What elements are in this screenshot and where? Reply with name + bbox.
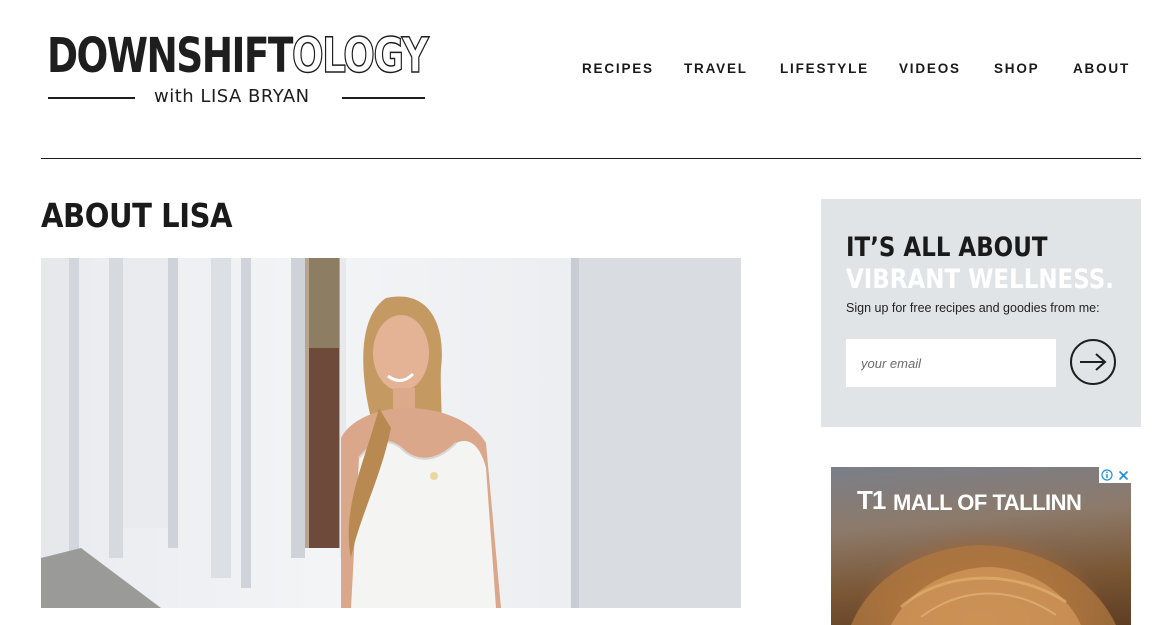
nav-item-about[interactable]: ABOUT: [1073, 61, 1130, 76]
logo-wordmark-outline: OLOGY: [291, 28, 429, 84]
adchoices-icon[interactable]: [1101, 469, 1113, 481]
signup-submit-button[interactable]: [1070, 339, 1116, 385]
hero-photo-illustration: [41, 258, 741, 608]
signup-heading-line2: VIBRANT WELLNESS.: [846, 264, 1114, 295]
ad-brand-logo: T1: [857, 485, 886, 515]
hero-photo: [41, 258, 741, 608]
email-input[interactable]: [846, 339, 1056, 387]
signup-heading-line1: IT’S ALL ABOUT: [846, 232, 1048, 263]
nav-item-travel[interactable]: TRAVEL: [684, 61, 748, 76]
newsletter-signup: IT’S ALL ABOUT VIBRANT WELLNESS. Sign up…: [821, 199, 1141, 427]
page-title: ABOUT LISA: [41, 196, 233, 235]
arrow-right-icon: [1080, 353, 1107, 371]
header-divider: [41, 158, 1141, 159]
logo-tagline: with LISA BRYAN: [154, 86, 310, 107]
logo-wordmark-bold: DOWNSHIFT: [47, 28, 293, 84]
logo-wordmark: DOWNSHIFTOLOGY: [47, 28, 429, 84]
ad-choices[interactable]: [1099, 467, 1131, 483]
logo-divider-right: [342, 97, 425, 99]
logo-divider-left: [48, 97, 135, 99]
close-icon[interactable]: [1118, 470, 1129, 481]
advertisement[interactable]: T1 MALL OF TALLINN: [831, 467, 1131, 625]
nav-item-videos[interactable]: VIDEOS: [899, 61, 961, 76]
signup-description: Sign up for free recipes and goodies fro…: [846, 301, 1100, 315]
site-logo[interactable]: DOWNSHIFTOLOGY with LISA BRYAN: [47, 28, 429, 110]
nav-item-recipes[interactable]: RECIPES: [582, 61, 654, 76]
nav-item-shop[interactable]: SHOP: [994, 61, 1039, 76]
nav-item-lifestyle[interactable]: LIFESTYLE: [780, 61, 869, 76]
ad-headline: MALL OF TALLINN: [893, 490, 1082, 515]
